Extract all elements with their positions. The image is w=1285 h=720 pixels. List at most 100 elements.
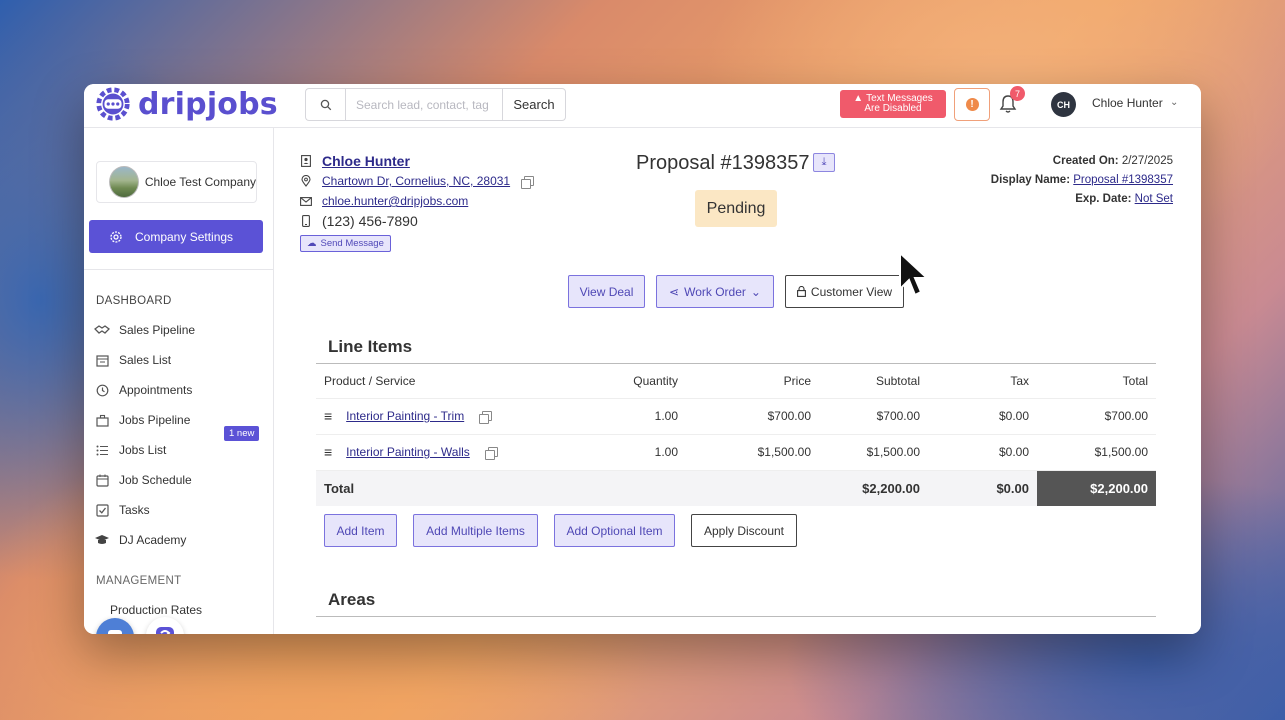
- contact-address-row: Chartown Dr, Cornelius, NC, 28031: [300, 174, 535, 189]
- sidebar-item-tasks[interactable]: Tasks: [94, 500, 150, 520]
- apply-discount-button[interactable]: Apply Discount: [691, 514, 797, 547]
- sidebar-item-job-schedule[interactable]: Job Schedule: [94, 470, 192, 490]
- sidebar-item-jobs-list[interactable]: Jobs List: [94, 440, 166, 460]
- tax-cell: $0.00: [928, 398, 1037, 435]
- contact-name-row: Chloe Hunter: [300, 153, 410, 169]
- send-message-button[interactable]: ☁ Send Message: [300, 235, 391, 252]
- chat-launcher-button[interactable]: [96, 618, 134, 634]
- app-window: dripjobs Search ▲Text Messages Are Disab…: [84, 84, 1201, 634]
- add-optional-item-button[interactable]: Add Optional Item: [554, 514, 675, 547]
- search-button[interactable]: Search: [503, 88, 566, 121]
- contact-email-link[interactable]: chloe.hunter@dripjobs.com: [322, 194, 468, 208]
- line-item-link[interactable]: Interior Painting - Trim: [346, 409, 464, 423]
- work-order-button[interactable]: ⋖ Work Order ⌄: [656, 275, 774, 308]
- column-header: Subtotal: [819, 365, 928, 399]
- handshake-icon: [94, 322, 110, 338]
- exp-date-label: Exp. Date:: [1075, 193, 1132, 205]
- notification-count-badge: 7: [1010, 86, 1025, 101]
- line-items-rule: [316, 363, 1156, 364]
- line-items-table: Product / Service Quantity Price Subtota…: [316, 365, 1156, 506]
- user-avatar[interactable]: CH: [1051, 92, 1076, 117]
- sidebar-item-production-rates[interactable]: Production Rates: [110, 600, 202, 620]
- company-avatar: [109, 166, 139, 198]
- sidebar: Chloe Test Company Company Settings DASH…: [84, 128, 274, 634]
- company-card[interactable]: Chloe Test Company: [96, 161, 257, 203]
- proposal-main: Chloe Hunter Chartown Dr, Cornelius, NC,…: [274, 128, 1201, 634]
- clock-icon: [94, 382, 110, 398]
- column-header: Quantity: [556, 365, 686, 399]
- dripjobs-logo[interactable]: dripjobs: [94, 85, 278, 123]
- copy-icon[interactable]: [479, 411, 493, 424]
- contact-address-link[interactable]: Chartown Dr, Cornelius, NC, 28031: [322, 174, 510, 188]
- proposal-title: Proposal #1398357: [636, 152, 810, 174]
- total-subtotal: $2,200.00: [819, 470, 928, 506]
- checkbox-icon: [94, 502, 110, 518]
- add-multiple-items-button[interactable]: Add Multiple Items: [413, 514, 538, 547]
- line-item-link[interactable]: Interior Painting - Walls: [346, 445, 470, 459]
- column-header: Price: [686, 365, 819, 399]
- chevron-down-icon[interactable]: ⌄: [1170, 97, 1178, 108]
- drag-handle-icon[interactable]: ≡: [324, 408, 332, 424]
- search-bar: Search: [305, 88, 566, 121]
- top-bar: dripjobs Search ▲Text Messages Are Disab…: [84, 84, 1201, 128]
- exp-date-link[interactable]: Not Set: [1135, 193, 1173, 205]
- sidebar-item-sales-list[interactable]: Sales List: [94, 350, 171, 370]
- copy-icon[interactable]: [521, 176, 535, 189]
- copy-icon[interactable]: [484, 447, 498, 460]
- alert-button[interactable]: !: [954, 88, 990, 121]
- sidebar-item-label: Jobs List: [119, 443, 167, 457]
- total-tax: $0.00: [928, 470, 1037, 506]
- contact-name-link[interactable]: Chloe Hunter: [322, 153, 410, 169]
- search-input[interactable]: [345, 88, 503, 121]
- sidebar-item-appointments[interactable]: Appointments: [94, 380, 192, 400]
- search-icon: [305, 88, 345, 121]
- download-icon: ⤓: [821, 156, 827, 168]
- share-icon: ⋖: [669, 284, 680, 299]
- line-items-title: Line Items: [328, 337, 413, 356]
- mouse-cursor-icon: [899, 251, 928, 297]
- sms-disabled-badge[interactable]: ▲ Text Messages Are Disabled: [840, 90, 946, 118]
- add-item-button[interactable]: Add Item: [324, 514, 397, 547]
- chat-bubble-icon: ☁: [307, 238, 317, 249]
- sidebar-item-jobs-pipeline[interactable]: Jobs Pipeline: [94, 410, 190, 430]
- created-on-value: 2/27/2025: [1121, 155, 1173, 167]
- sms-warning-line2: Are Disabled: [864, 103, 922, 114]
- contact-phone-row: (123) 456-7890: [300, 213, 418, 229]
- sidebar-item-label: Sales List: [119, 353, 172, 367]
- sidebar-item-label: Tasks: [119, 503, 150, 517]
- display-name-label: Display Name:: [990, 174, 1071, 186]
- exclamation-icon: !: [965, 98, 979, 111]
- user-name[interactable]: Chloe Hunter: [1092, 96, 1163, 110]
- total-label: Total: [316, 470, 556, 506]
- drag-handle-icon[interactable]: ≡: [324, 444, 332, 460]
- envelope-icon: [300, 195, 312, 207]
- column-header: Product / Service: [316, 365, 556, 399]
- chevron-down-icon: ⌄: [750, 284, 761, 299]
- download-button[interactable]: ⤓: [813, 153, 835, 172]
- appointments-new-badge: 1 new: [224, 426, 260, 441]
- calendar-list-icon: [94, 352, 110, 368]
- created-on-label: Created On:: [1052, 155, 1119, 167]
- tax-cell: $0.00: [928, 434, 1037, 471]
- sidebar-item-label: Appointments: [119, 383, 193, 397]
- sidebar-item-label: Jobs Pipeline: [119, 413, 191, 427]
- graduation-cap-icon: [94, 532, 110, 548]
- column-header: Tax: [928, 365, 1037, 399]
- contact-card-icon: [300, 155, 312, 167]
- sidebar-item-sales-pipeline[interactable]: Sales Pipeline: [94, 320, 195, 340]
- table-row: ≡ Interior Painting - Trim 1.00 $700.00 …: [316, 398, 1156, 435]
- brand-name: dripjobs: [138, 86, 278, 122]
- total-cell: $700.00: [1037, 398, 1156, 435]
- sidebar-item-dj-academy[interactable]: DJ Academy: [94, 530, 186, 550]
- proposal-meta: Created On: 2/27/2025 Display Name: Prop…: [991, 152, 1173, 209]
- sidebar-item-label: DJ Academy: [119, 533, 187, 547]
- sidebar-item-label: Sales Pipeline: [119, 323, 196, 337]
- company-settings-button[interactable]: Company Settings: [89, 220, 263, 253]
- work-order-label: Work Order: [684, 284, 746, 299]
- grand-total: $2,200.00: [1037, 470, 1156, 506]
- view-deal-button[interactable]: View Deal: [568, 275, 645, 308]
- customer-view-button[interactable]: Customer View: [785, 275, 904, 308]
- sidebar-section-management: MANAGEMENT: [96, 575, 182, 587]
- display-name-link[interactable]: Proposal #1398357: [1073, 174, 1173, 186]
- total-cell: $1,500.00: [1037, 434, 1156, 471]
